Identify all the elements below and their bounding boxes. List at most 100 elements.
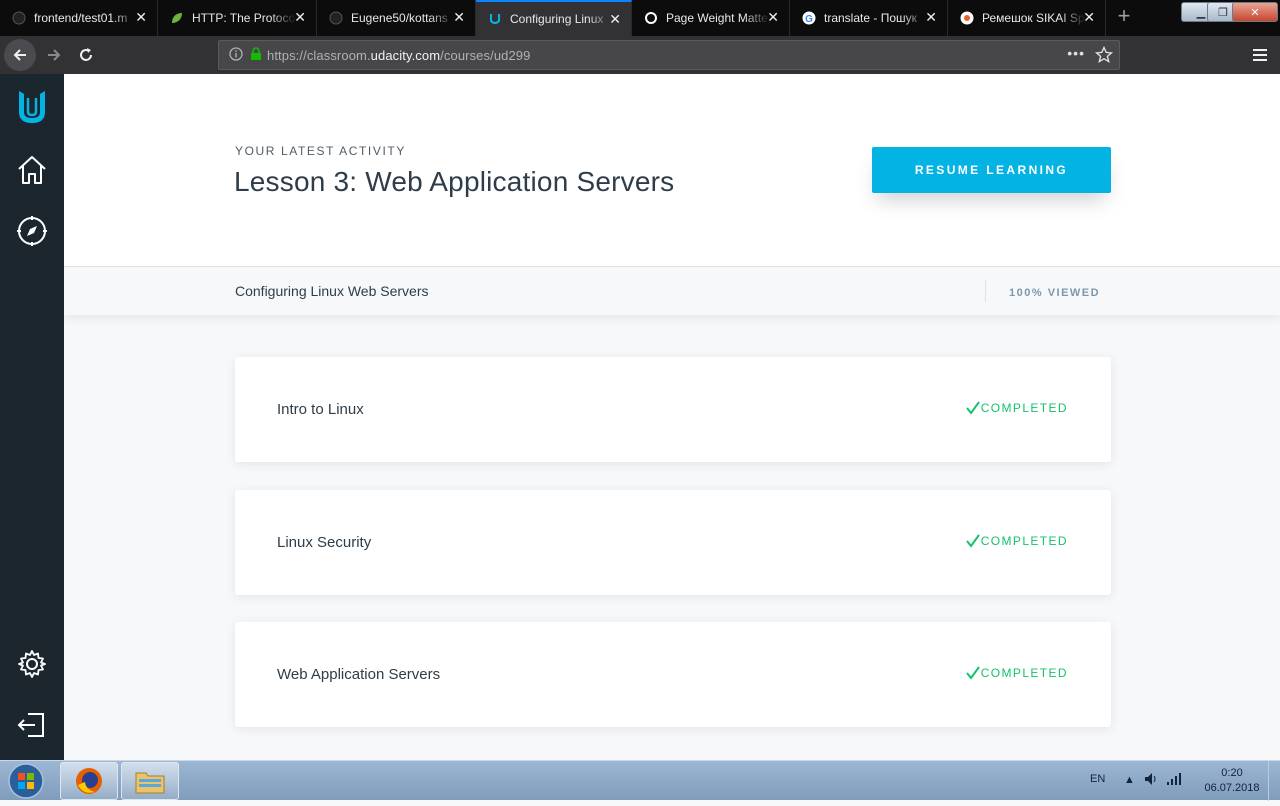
restore-icon: ❐ bbox=[1218, 6, 1228, 19]
info-icon[interactable] bbox=[229, 46, 243, 64]
lock-icon[interactable] bbox=[249, 46, 263, 64]
completed-status: COMPLETED bbox=[965, 666, 1068, 680]
sidebar-item-logout[interactable] bbox=[13, 706, 51, 744]
lesson-card-title: Linux Security bbox=[277, 534, 372, 551]
firefox-icon bbox=[76, 768, 102, 794]
gear-icon bbox=[18, 650, 46, 678]
close-icon: ✕ bbox=[1250, 6, 1260, 19]
clock-date: 06.07.2018 bbox=[1204, 782, 1260, 794]
viewed-percentage: 100% VIEWED bbox=[1009, 287, 1101, 299]
show-desktop-button[interactable] bbox=[1268, 761, 1280, 801]
minimize-icon: ▁ bbox=[1196, 6, 1206, 19]
arrow-left-icon bbox=[13, 49, 26, 61]
tab-title: HTTP: The Protoco bbox=[192, 11, 296, 25]
status-label: COMPLETED bbox=[980, 666, 1068, 680]
browser-tab[interactable]: Eugene50/kottans ✕ bbox=[317, 0, 476, 36]
close-tab-icon[interactable]: ✕ bbox=[925, 9, 937, 25]
udacity-sidebar bbox=[0, 74, 64, 760]
classroom-main: YOUR LATEST ACTIVITY Lesson 3: Web Appli… bbox=[64, 74, 1280, 760]
browser-tab[interactable]: Ремешок SIKAI Sp ✕ bbox=[948, 0, 1106, 36]
tab-title: translate - Пошук bbox=[824, 11, 917, 25]
sidebar-item-catalog[interactable] bbox=[13, 212, 51, 250]
lesson-title[interactable]: Lesson 3: Web Application Servers bbox=[234, 166, 674, 198]
sidebar-item-settings[interactable] bbox=[13, 645, 51, 683]
latest-activity-panel: YOUR LATEST ACTIVITY Lesson 3: Web Appli… bbox=[64, 74, 1280, 267]
lesson-card[interactable]: Intro to Linux COMPLETED bbox=[235, 357, 1111, 462]
url-path: /courses/ud299 bbox=[440, 47, 531, 63]
lesson-card-title: Intro to Linux bbox=[277, 401, 364, 418]
close-tab-icon[interactable]: ✕ bbox=[609, 11, 621, 27]
navigation-toolbar: https://classroom.udacity.com/courses/ud… bbox=[0, 36, 1280, 74]
lesson-card[interactable]: Web Application Servers COMPLETED bbox=[235, 622, 1111, 727]
arrow-right-icon bbox=[48, 49, 61, 61]
browser-tab[interactable]: HTTP: The Protoco ✕ bbox=[158, 0, 317, 36]
course-name: Configuring Linux Web Servers bbox=[235, 283, 429, 299]
status-label: COMPLETED bbox=[980, 534, 1068, 548]
url-text[interactable]: https://classroom.udacity.com/courses/ud… bbox=[267, 48, 530, 63]
udacity-logo-icon bbox=[19, 91, 45, 123]
clock-time: 0:20 bbox=[1221, 767, 1243, 779]
hamburger-menu-button[interactable] bbox=[1245, 39, 1277, 71]
close-tab-icon[interactable]: ✕ bbox=[294, 9, 306, 25]
tab-title: Configuring Linux bbox=[510, 12, 604, 26]
compass-icon bbox=[17, 216, 47, 246]
bookmark-star-icon[interactable] bbox=[1094, 45, 1114, 67]
github-icon bbox=[329, 11, 343, 25]
close-tab-icon[interactable]: ✕ bbox=[1083, 9, 1095, 25]
browser-tab[interactable]: frontend/test01.m ✕ bbox=[0, 0, 158, 36]
url-prefix: https://classroom. bbox=[267, 47, 371, 63]
tab-title: Ремешок SIKAI Sp bbox=[982, 11, 1085, 25]
new-tab-button[interactable]: + bbox=[1112, 4, 1136, 28]
tab-title: Page Weight Matte bbox=[666, 11, 768, 25]
resume-learning-button[interactable]: RESUME LEARNING bbox=[872, 147, 1111, 193]
close-tab-icon[interactable]: ✕ bbox=[135, 9, 147, 25]
close-tab-icon[interactable]: ✕ bbox=[767, 9, 779, 25]
reload-button[interactable] bbox=[70, 39, 102, 71]
tab-strip: frontend/test01.m ✕ HTTP: The Protoco ✕ … bbox=[0, 0, 1280, 36]
completed-status: COMPLETED bbox=[965, 534, 1068, 548]
close-tab-icon[interactable]: ✕ bbox=[453, 9, 465, 25]
olx-icon bbox=[960, 11, 974, 25]
forward-button[interactable] bbox=[38, 39, 70, 71]
google-icon: G bbox=[802, 11, 816, 25]
checkmark-icon bbox=[965, 401, 980, 415]
language-indicator[interactable]: EN bbox=[1090, 773, 1105, 785]
lesson-card[interactable]: Linux Security COMPLETED bbox=[235, 490, 1111, 595]
start-button[interactable] bbox=[4, 761, 48, 801]
home-icon bbox=[18, 156, 46, 184]
checkmark-icon bbox=[965, 666, 980, 680]
hamburger-icon bbox=[1253, 49, 1267, 61]
udacity-logo[interactable] bbox=[13, 88, 51, 126]
url-domain: udacity.com bbox=[370, 47, 441, 63]
divider bbox=[985, 280, 986, 302]
clock[interactable]: 0:20 06.07.2018 bbox=[1202, 766, 1262, 796]
course-progress-bar: Configuring Linux Web Servers 100% VIEWE… bbox=[64, 267, 1280, 315]
browser-tab[interactable]: Page Weight Matte ✕ bbox=[632, 0, 790, 36]
volume-icon[interactable] bbox=[1143, 771, 1159, 790]
checkmark-icon bbox=[965, 534, 980, 548]
close-window-button[interactable]: ✕ bbox=[1232, 2, 1278, 22]
completed-status: COMPLETED bbox=[965, 401, 1068, 415]
reload-icon bbox=[80, 48, 92, 61]
tab-title: frontend/test01.m bbox=[34, 11, 128, 25]
back-button[interactable] bbox=[4, 39, 36, 71]
taskbar-explorer[interactable] bbox=[121, 762, 179, 800]
windows-start-icon bbox=[8, 763, 44, 799]
logout-icon bbox=[17, 713, 44, 737]
leaf-icon bbox=[170, 11, 184, 25]
sidebar-item-home[interactable] bbox=[13, 151, 51, 189]
network-signal-icon[interactable] bbox=[1166, 771, 1182, 790]
page-actions-menu[interactable]: ••• bbox=[1067, 45, 1085, 61]
browser-tab-active[interactable]: Configuring Linux ✕ bbox=[476, 0, 632, 36]
circle-icon bbox=[644, 11, 658, 25]
taskbar-firefox[interactable] bbox=[60, 762, 118, 800]
windows-taskbar: EN ▲ 0:20 06.07.2018 bbox=[0, 760, 1280, 801]
lesson-card-title: Web Application Servers bbox=[277, 666, 441, 683]
tab-title: Eugene50/kottans bbox=[351, 11, 448, 25]
svg-text:G: G bbox=[805, 14, 813, 25]
address-bar[interactable]: https://classroom.udacity.com/courses/ud… bbox=[218, 40, 1120, 70]
tray-arrow-icon[interactable]: ▲ bbox=[1124, 774, 1135, 786]
folder-icon bbox=[135, 772, 165, 794]
udacity-icon bbox=[488, 12, 502, 26]
browser-tab[interactable]: G translate - Пошук ✕ bbox=[790, 0, 948, 36]
